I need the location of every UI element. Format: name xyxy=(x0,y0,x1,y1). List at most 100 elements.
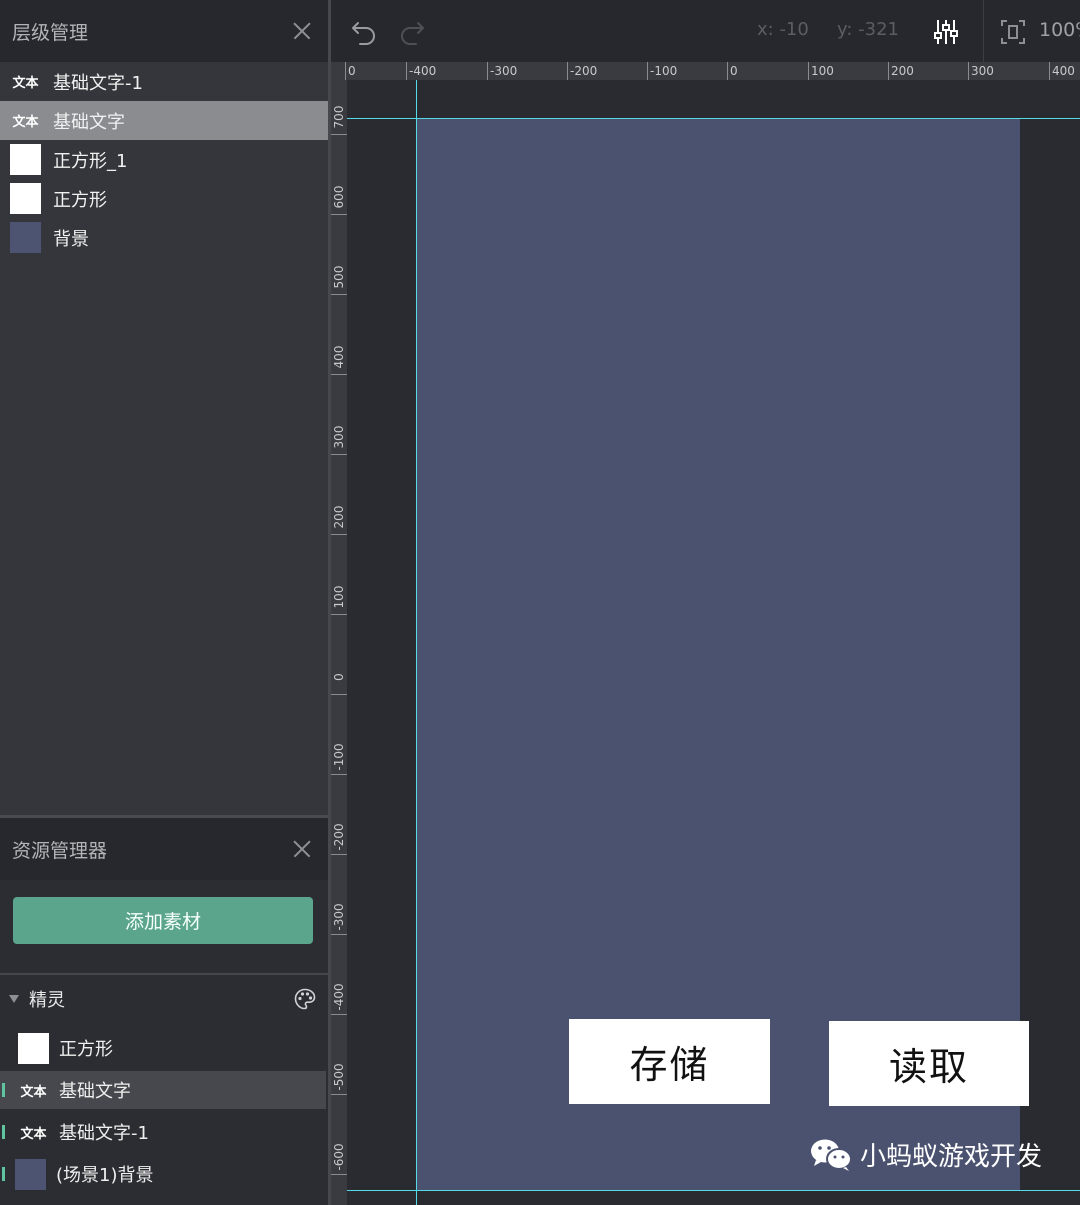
close-icon[interactable] xyxy=(290,19,314,43)
toolbar-separator xyxy=(983,0,984,62)
ruler-tick-label: 0 xyxy=(730,64,738,78)
watermark-text: 小蚂蚁游戏开发 xyxy=(860,1142,1043,1172)
fit-screen-icon[interactable] xyxy=(998,17,1028,47)
layer-item-square[interactable]: 正方形 xyxy=(0,179,328,218)
ruler-tick-label: 700 xyxy=(332,105,346,129)
ruler-tick-label: -100 xyxy=(650,64,678,78)
ruler-tick xyxy=(647,62,648,80)
assets-panel: 资源管理器 添加素材 精灵 正方形 文本 基础文字 文本 基础文字-1 (场景1… xyxy=(0,818,328,1205)
palette-icon[interactable] xyxy=(293,987,317,1011)
coord-x-readout: x: -10 xyxy=(757,19,809,40)
ruler-tick-label: 400 xyxy=(1052,64,1075,78)
assets-panel-header: 资源管理器 xyxy=(0,818,328,880)
ruler-tick xyxy=(331,774,347,775)
caret-down-icon[interactable] xyxy=(9,995,19,1003)
layer-item-square-1[interactable]: 正方形_1 xyxy=(0,140,328,179)
ruler-horizontal: 0 -400 -300 -200 -100 0 100 200 300 400 xyxy=(331,62,1080,80)
ruler-tick xyxy=(331,534,347,535)
navy-square-swatch-icon xyxy=(15,1158,46,1190)
ruler-tick-label: 0 xyxy=(348,64,356,78)
assets-panel-title: 资源管理器 xyxy=(12,839,108,862)
asset-item-background[interactable]: (场景1)背景 xyxy=(0,1155,326,1193)
ruler-tick xyxy=(331,1094,347,1095)
guide-line-vertical[interactable] xyxy=(416,80,417,1205)
layers-panel: 层级管理 文本 基础文字-1 文本 基础文字 正方形_1 正方形 背景 xyxy=(0,0,328,815)
ruler-tick xyxy=(331,374,347,375)
ruler-tick-label: -400 xyxy=(332,983,346,1011)
ruler-tick-label: -300 xyxy=(490,64,518,78)
ruler-tick xyxy=(888,62,889,80)
ruler-tick xyxy=(808,62,809,80)
coord-y-readout: y: -321 xyxy=(837,19,899,40)
ruler-vertical: 700 600 500 400 300 200 100 0 -100 -200 -300 -400 -5… xyxy=(331,80,347,1205)
ruler-tick-label: -300 xyxy=(332,903,346,931)
layer-item-label: 基础文字-1 xyxy=(53,72,143,94)
white-square-swatch-icon xyxy=(10,144,41,175)
toolbar: x: -10 y: -321 100% xyxy=(331,0,1080,62)
ruler-tick xyxy=(331,214,347,215)
layer-item-label: 正方形_1 xyxy=(53,150,128,172)
text-icon: 文本 xyxy=(20,1126,47,1142)
layers-panel-header: 层级管理 xyxy=(0,0,328,62)
asset-item-text[interactable]: 文本 基础文字 xyxy=(0,1071,326,1109)
ruler-tick-label: -600 xyxy=(332,1143,346,1171)
asset-item-label: 正方形 xyxy=(59,1039,113,1060)
ruler-tick-label: 400 xyxy=(332,345,346,369)
wechat-icon xyxy=(811,1139,852,1171)
sprite-group-header[interactable]: 精灵 xyxy=(0,981,328,1017)
ruler-tick-label: -200 xyxy=(570,64,598,78)
ruler-tick-label: -100 xyxy=(332,743,346,771)
ruler-tick-label: -200 xyxy=(332,823,346,851)
sprite-group-label: 精灵 xyxy=(29,990,65,1011)
ruler-tick xyxy=(487,62,488,80)
ruler-tick xyxy=(331,294,347,295)
close-icon[interactable] xyxy=(290,837,314,861)
watermark: 小蚂蚁游戏开发 xyxy=(810,1136,1042,1173)
ruler-tick-label: 200 xyxy=(332,505,346,529)
ruler-tick xyxy=(331,1014,347,1015)
layers-panel-title: 层级管理 xyxy=(12,21,89,44)
ruler-tick-label: -500 xyxy=(332,1063,346,1091)
asset-item-text-1[interactable]: 文本 基础文字-1 xyxy=(0,1113,326,1151)
navy-square-swatch-icon xyxy=(10,222,41,253)
add-asset-button[interactable]: 添加素材 xyxy=(13,897,313,944)
divider xyxy=(0,973,328,975)
save-button[interactable]: 存储 xyxy=(569,1019,770,1104)
layer-item-label: 基础文字 xyxy=(53,111,125,133)
ruler-tick-label: 200 xyxy=(891,64,914,78)
asset-item-square[interactable]: 正方形 xyxy=(0,1029,326,1067)
text-icon: 文本 xyxy=(12,115,39,130)
asset-marker xyxy=(2,1167,5,1181)
ruler-tick xyxy=(331,614,347,615)
asset-item-label: 基础文字 xyxy=(59,1081,131,1102)
sliders-icon[interactable] xyxy=(931,17,961,47)
white-square-swatch-icon xyxy=(10,183,41,214)
ruler-tick xyxy=(331,134,347,135)
layer-item-text-1[interactable]: 文本 基础文字-1 xyxy=(0,62,328,101)
ruler-tick xyxy=(345,62,346,80)
redo-icon[interactable] xyxy=(397,17,427,47)
ruler-tick-label: 100 xyxy=(811,64,834,78)
ruler-tick xyxy=(331,934,347,935)
ruler-tick xyxy=(331,854,347,855)
layer-item-text[interactable]: 文本 基础文字 xyxy=(0,101,328,140)
ruler-tick-label: 0 xyxy=(332,673,346,681)
asset-item-label: 基础文字-1 xyxy=(59,1123,149,1144)
ruler-tick xyxy=(406,62,407,80)
ruler-tick xyxy=(331,454,347,455)
guide-line-bottom[interactable] xyxy=(347,1190,1080,1191)
ruler-tick-label: 100 xyxy=(332,585,346,609)
load-button[interactable]: 读取 xyxy=(829,1021,1029,1106)
layer-item-background[interactable]: 背景 xyxy=(0,218,328,257)
undo-icon[interactable] xyxy=(349,17,379,47)
layer-item-label: 背景 xyxy=(53,228,89,250)
asset-item-label: (场景1)背景 xyxy=(56,1165,154,1186)
zoom-level[interactable]: 100% xyxy=(1039,19,1080,41)
guide-line-top[interactable] xyxy=(347,118,1080,119)
ruler-tick xyxy=(331,694,347,695)
stage-background[interactable]: 存储 读取 xyxy=(417,119,1029,1191)
white-square-swatch-icon xyxy=(18,1032,49,1064)
ruler-tick xyxy=(968,62,969,80)
ruler-tick xyxy=(567,62,568,80)
scene-canvas[interactable]: 存储 读取 小蚂蚁游戏开发 xyxy=(347,80,1080,1205)
